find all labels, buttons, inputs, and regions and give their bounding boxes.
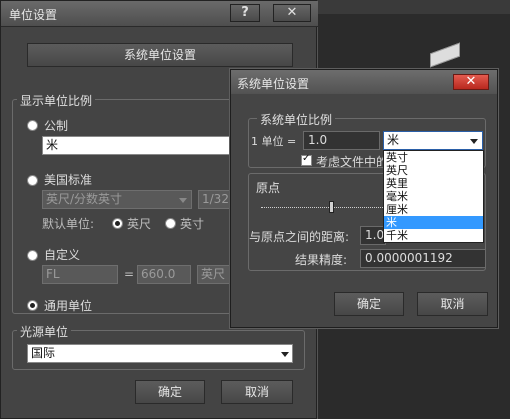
system-cancel-button[interactable]: 取消 <box>417 292 488 316</box>
help-button[interactable]: ? <box>230 4 260 22</box>
ok-button[interactable]: 确定 <box>135 380 205 404</box>
generic-units-radio[interactable] <box>27 300 38 311</box>
system-ok-button[interactable]: 确定 <box>334 292 404 316</box>
consider-files-label: 考虑文件中的 <box>316 155 389 169</box>
us-unit-select[interactable]: 英尺/分数英寸 <box>42 190 192 209</box>
chevron-down-icon <box>179 198 187 203</box>
consider-files-checkbox[interactable] <box>301 153 312 166</box>
lighting-units-label: 光源单位 <box>17 323 72 340</box>
default-unit-label: 默认单位: <box>42 217 95 231</box>
system-unit-setup-title: 系统单位设置 <box>237 77 310 91</box>
system-unit-setup-titlebar[interactable]: 系统单位设置 ✕ <box>231 70 497 94</box>
distance-label: 与原点之间的距离: <box>249 230 350 244</box>
custom-radio[interactable] <box>27 250 38 261</box>
viewport-strip <box>317 0 510 14</box>
system-unit-select[interactable]: 米 <box>383 131 483 150</box>
dropdown-option-millimeter[interactable]: 毫米 <box>384 190 483 203</box>
origin-slider-thumb[interactable] <box>329 201 334 213</box>
precision-value: 0.0000001192 <box>360 249 486 268</box>
custom-equals-sign: = <box>124 267 135 281</box>
display-unit-scale-label: 显示单位比例 <box>17 92 96 109</box>
default-unit-inch-label: 英寸 <box>180 217 205 231</box>
dropdown-option-mile[interactable]: 英里 <box>384 177 483 190</box>
unit-prefix-label: 1 单位 = <box>251 135 297 148</box>
chevron-down-icon <box>470 139 478 144</box>
system-close-button[interactable]: ✕ <box>453 74 489 90</box>
custom-value-field[interactable]: 660.0 <box>137 265 191 284</box>
system-unit-select-value: 米 <box>387 133 400 147</box>
chevron-down-icon <box>281 352 289 357</box>
lighting-units-select[interactable]: 国际 <box>27 344 293 363</box>
cancel-button[interactable]: 取消 <box>221 380 293 404</box>
system-unit-dropdown-list: 英寸 英尺 英里 毫米 厘米 米 千米 <box>383 150 484 243</box>
close-button[interactable]: ✕ <box>273 4 311 22</box>
generic-units-label: 通用单位 <box>44 299 93 313</box>
dropdown-option-inch[interactable]: 英寸 <box>384 151 483 164</box>
units-setup-title: 单位设置 <box>9 8 58 22</box>
origin-label: 原点 <box>253 179 284 196</box>
dropdown-option-foot[interactable]: 英尺 <box>384 164 483 177</box>
us-standard-label: 美国标准 <box>44 173 93 187</box>
dropdown-option-meter[interactable]: 米 <box>384 216 483 229</box>
default-unit-feet-radio[interactable] <box>112 218 123 229</box>
default-unit-feet-label: 英尺 <box>127 217 152 231</box>
dropdown-option-kilometer[interactable]: 千米 <box>384 229 483 242</box>
precision-label: 结果精度: <box>295 253 348 267</box>
us-standard-radio[interactable] <box>27 175 38 186</box>
system-unit-scale-label: 系统单位比例 <box>257 111 336 128</box>
unit-scale-value[interactable]: 1.0 <box>303 131 380 150</box>
system-unit-setup-dialog: 系统单位设置 ✕ 系统单位比例 1 单位 = 1.0 米 考虑文件中的 原点 与… <box>230 69 498 328</box>
custom-name-field[interactable]: FL <box>42 265 118 284</box>
default-unit-inch-radio[interactable] <box>165 218 176 229</box>
metric-label: 公制 <box>44 119 69 133</box>
custom-label: 自定义 <box>44 248 81 262</box>
units-setup-titlebar[interactable]: 单位设置 ? ✕ <box>1 1 318 27</box>
dropdown-option-centimeter[interactable]: 厘米 <box>384 203 483 216</box>
system-unit-setup-button[interactable]: 系统单位设置 <box>27 43 293 67</box>
metric-radio[interactable] <box>27 120 38 131</box>
lighting-units-value: 国际 <box>31 346 56 360</box>
us-unit-select-value: 英尺/分数英寸 <box>46 192 123 206</box>
